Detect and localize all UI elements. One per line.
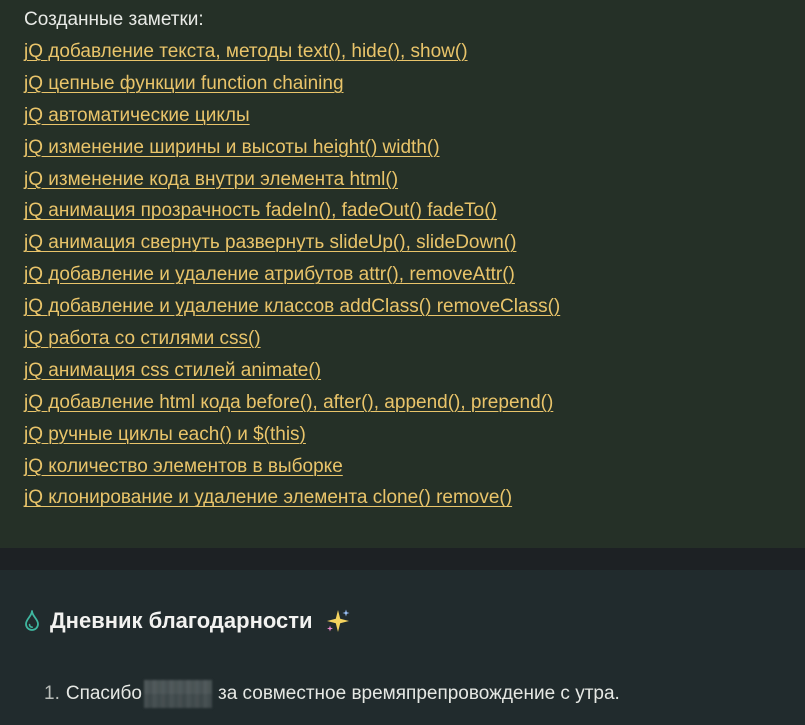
list-item: jQ автоматические циклы <box>24 100 805 132</box>
note-link[interactable]: jQ ручные циклы each() и $(this) <box>24 424 306 445</box>
list-item: jQ добавление и удаление атрибутов attr(… <box>24 259 805 291</box>
list-item: jQ ручные циклы each() и $(this) <box>24 419 805 451</box>
journal-entry: 1. Спасибо за совместное времяпрепровожд… <box>44 680 620 708</box>
list-item: jQ добавление и удаление классов addClas… <box>24 291 805 323</box>
list-item: jQ анимация свернуть развернуть slideUp(… <box>24 227 805 259</box>
note-link[interactable]: jQ цепные функции function chaining <box>24 73 344 94</box>
note-link[interactable]: jQ добавление и удаление классов addClas… <box>24 296 560 317</box>
gratitude-journal-section: Дневник благодарности 1. Спасибо за совм… <box>0 570 805 725</box>
note-link[interactable]: jQ автоматические циклы <box>24 105 250 126</box>
list-item: jQ количество элементов в выборке <box>24 451 805 483</box>
water-drop-icon <box>25 610 39 631</box>
note-link[interactable]: jQ анимация css стилей animate() <box>24 360 321 381</box>
notes-list: jQ добавление текста, методы text(), hid… <box>24 36 805 514</box>
list-item: jQ анимация прозрачность fadeIn(), fadeO… <box>24 195 805 227</box>
note-link[interactable]: jQ количество элементов в выборке <box>24 456 343 477</box>
note-link[interactable]: jQ добавление текста, методы text(), hid… <box>24 41 468 62</box>
entry-number: 1. <box>44 683 60 704</box>
entry-text-after: за совместное времяпрепровождение с утра… <box>218 683 620 704</box>
list-item: jQ работа со стилями css() <box>24 323 805 355</box>
section-divider <box>0 548 805 570</box>
note-link[interactable]: jQ добавление и удаление атрибутов attr(… <box>24 264 515 285</box>
list-item: jQ изменение кода внутри элемента html() <box>24 164 805 196</box>
list-item: jQ анимация css стилей animate() <box>24 355 805 387</box>
list-item: jQ клонирование и удаление элемента clon… <box>24 482 805 514</box>
note-link[interactable]: jQ добавление html кода before(), after(… <box>24 392 553 413</box>
note-link[interactable]: jQ анимация свернуть развернуть slideUp(… <box>24 232 516 253</box>
note-link[interactable]: jQ работа со стилями css() <box>24 328 261 349</box>
entry-text-before: Спасибо <box>65 683 142 704</box>
list-item: jQ добавление текста, методы text(), hid… <box>24 36 805 68</box>
list-item: jQ добавление html кода before(), after(… <box>24 387 805 419</box>
journal-heading: Дневник благодарности <box>24 606 351 636</box>
note-link[interactable]: jQ изменение ширины и высоты height() wi… <box>24 137 440 158</box>
note-link[interactable]: jQ клонирование и удаление элемента clon… <box>24 487 512 508</box>
list-item: jQ цепные функции function chaining <box>24 68 805 100</box>
note-link[interactable]: jQ изменение кода внутри элемента html() <box>24 169 398 190</box>
sparkles-icon <box>326 609 350 632</box>
notes-heading: Созданные заметки: <box>24 9 204 30</box>
notes-panel: Созданные заметки: jQ добавление текста,… <box>0 0 805 548</box>
journal-title: Дневник благодарности <box>50 608 313 633</box>
note-link[interactable]: jQ анимация прозрачность fadeIn(), fadeO… <box>24 200 497 221</box>
redacted-name <box>144 680 212 708</box>
list-item: jQ изменение ширины и высоты height() wi… <box>24 132 805 164</box>
